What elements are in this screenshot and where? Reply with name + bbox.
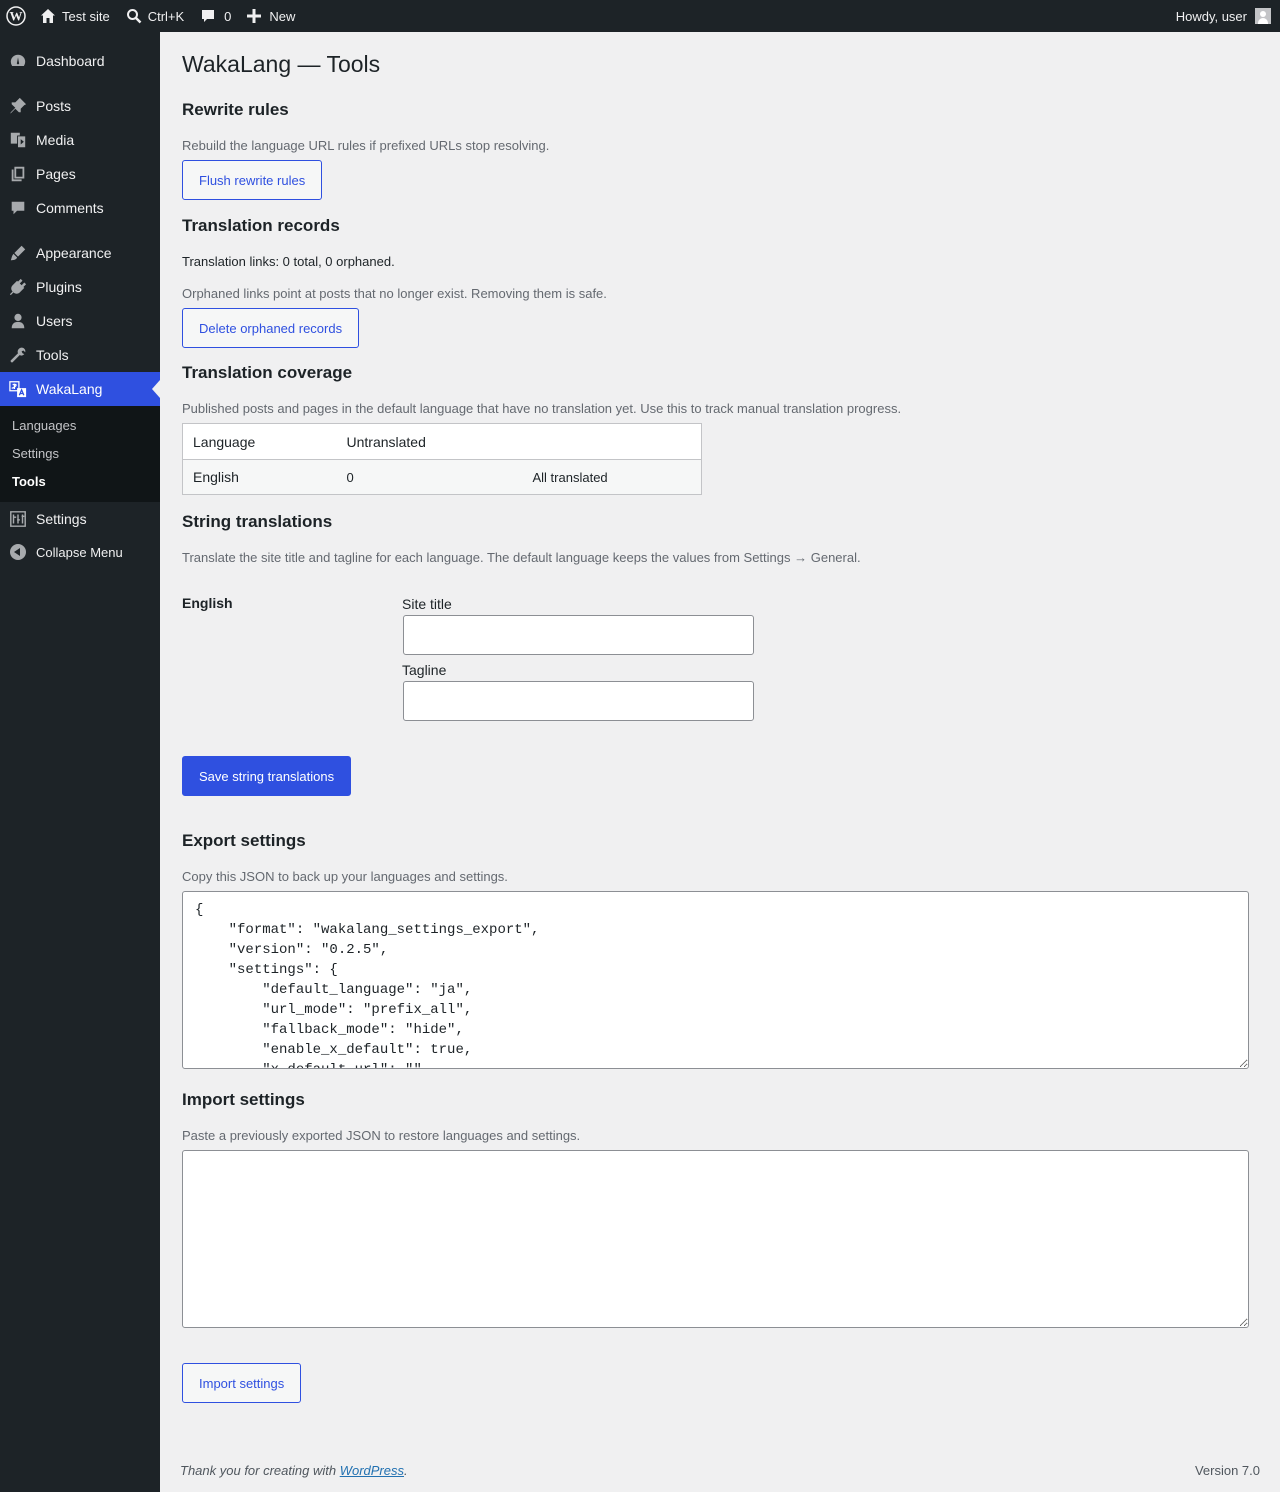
sidebar-item-label: Pages	[36, 166, 76, 182]
admin-bar: W Test site Ctrl+K 0 New Howdy, user	[0, 0, 1280, 32]
home-icon	[41, 9, 55, 23]
strings-heading: String translations	[182, 512, 333, 531]
comments-count: 0	[224, 8, 232, 24]
import-json-textarea[interactable]	[182, 1150, 1249, 1328]
delete-orphaned-records-button[interactable]: Delete orphaned records	[182, 308, 360, 348]
my-account-link[interactable]: Howdy, user	[1168, 0, 1280, 32]
sidebar-item-plugins[interactable]: Plugins	[0, 270, 160, 304]
wordpress-logo-icon[interactable]: W	[0, 0, 32, 32]
brush-icon	[0, 244, 36, 262]
howdy-text: Howdy, user	[1175, 8, 1247, 24]
sidebar-item-label: Tools	[36, 347, 69, 363]
wakalang-submenu: Languages Settings Tools	[0, 406, 160, 502]
sidebar-item-pages[interactable]: Pages	[0, 157, 160, 191]
save-string-translations-button[interactable]: Save string translations	[182, 756, 352, 796]
import-description: Paste a previously exported JSON to rest…	[182, 1128, 581, 1143]
sidebar-item-label: WakaLang	[36, 381, 103, 397]
submenu-item-settings[interactable]: Settings	[12, 446, 59, 461]
strings-language-label: English	[182, 595, 233, 611]
page-title: WakaLang — Tools	[182, 51, 381, 77]
admin-sidebar: Dashboard Posts Media Pages Comments App…	[0, 32, 160, 1492]
collapse-icon	[10, 544, 26, 560]
export-description: Copy this JSON to back up your languages…	[182, 869, 508, 884]
media-icon	[0, 131, 36, 149]
cell-language: English	[182, 459, 337, 495]
comment-icon	[202, 10, 215, 22]
sidebar-item-label: Settings	[36, 511, 87, 527]
wordpress-link[interactable]: WordPress	[340, 1463, 404, 1478]
records-description: Orphaned links point at posts that no lo…	[182, 286, 607, 301]
sidebar-item-label: Media	[36, 132, 75, 148]
pin-icon	[0, 97, 36, 115]
tagline-label: Tagline	[402, 662, 447, 678]
export-heading: Export settings	[182, 831, 306, 850]
wrench-icon	[0, 346, 36, 364]
table-row: English 0 All translated	[182, 459, 702, 495]
sidebar-item-media[interactable]: Media	[0, 123, 160, 157]
column-header-status	[522, 423, 702, 460]
search-button[interactable]: Ctrl+K	[118, 0, 192, 32]
sidebar-item-label: Dashboard	[36, 53, 105, 69]
plus-icon	[247, 9, 262, 23]
records-heading: Translation records	[182, 216, 340, 235]
user-icon	[0, 312, 36, 330]
new-label: New	[269, 8, 296, 24]
dashboard-icon	[0, 52, 36, 70]
avatar	[1255, 8, 1271, 24]
import-settings-button[interactable]: Import settings	[182, 1363, 302, 1403]
site-title-input[interactable]	[403, 615, 754, 655]
sidebar-item-posts[interactable]: Posts	[0, 89, 160, 123]
sidebar-item-users[interactable]: Users	[0, 304, 160, 338]
submenu-item-tools[interactable]: Tools	[12, 474, 46, 489]
site-name-link[interactable]: Test site	[32, 0, 118, 32]
import-heading: Import settings	[182, 1090, 305, 1109]
sidebar-item-label: Posts	[36, 98, 72, 114]
column-header-language: Language	[182, 423, 337, 460]
sidebar-item-wakalang[interactable]: WakaLang	[0, 372, 160, 406]
cell-status: All translated	[522, 459, 702, 495]
sidebar-item-comments[interactable]: Comments	[0, 191, 160, 225]
sidebar-item-label: Comments	[36, 200, 104, 216]
flush-rewrite-rules-button[interactable]: Flush rewrite rules	[182, 160, 323, 200]
sidebar-item-label: Appearance	[36, 245, 112, 261]
records-status: Translation links: 0 total, 0 orphaned.	[182, 254, 395, 269]
plug-icon	[0, 278, 36, 296]
submenu-item-languages[interactable]: Languages	[12, 418, 76, 433]
search-shortcut: Ctrl+K	[147, 8, 185, 24]
sidebar-item-label: Users	[36, 313, 73, 329]
tagline-input[interactable]	[403, 681, 754, 721]
footer-thanks: Thank you for creating with WordPress.	[180, 1463, 408, 1478]
site-title-label: Site title	[402, 596, 452, 612]
new-content-link[interactable]: New	[239, 0, 303, 32]
svg-text:W: W	[10, 9, 23, 24]
collapse-menu-button[interactable]: Collapse Menu	[0, 535, 160, 569]
sidebar-item-appearance[interactable]: Appearance	[0, 236, 160, 270]
coverage-description: Published posts and pages in the default…	[182, 401, 902, 416]
coverage-table: Language Untranslated English 0 All tran…	[182, 423, 702, 495]
collapse-menu-label: Collapse Menu	[36, 544, 123, 560]
coverage-heading: Translation coverage	[182, 363, 353, 382]
rewrite-description: Rebuild the language URL rules if prefix…	[182, 138, 550, 153]
sliders-icon	[0, 510, 36, 528]
rewrite-heading: Rewrite rules	[182, 100, 289, 119]
sidebar-item-tools[interactable]: Tools	[0, 338, 160, 372]
footer-version: Version 7.0	[1194, 1463, 1260, 1478]
column-header-untranslated: Untranslated	[336, 423, 523, 460]
site-name: Test site	[62, 8, 110, 24]
search-icon	[126, 9, 142, 24]
comments-link[interactable]: 0	[192, 0, 239, 32]
table-header-row: Language Untranslated	[182, 423, 702, 460]
export-json-textarea[interactable]: { "format": "wakalang_settings_export", …	[182, 891, 1249, 1069]
footer-thanks-prefix: Thank you for creating with	[180, 1463, 340, 1478]
comment-icon	[0, 199, 36, 217]
pages-icon	[0, 165, 36, 183]
sidebar-item-dashboard[interactable]: Dashboard	[0, 44, 160, 78]
cell-untranslated: 0	[336, 459, 523, 495]
sidebar-item-settings[interactable]: Settings	[0, 502, 160, 536]
sidebar-item-label: Plugins	[36, 279, 82, 295]
strings-description: Translate the site title and tagline for…	[182, 550, 861, 565]
footer-thanks-suffix: .	[404, 1463, 408, 1478]
translate-icon	[0, 380, 36, 398]
